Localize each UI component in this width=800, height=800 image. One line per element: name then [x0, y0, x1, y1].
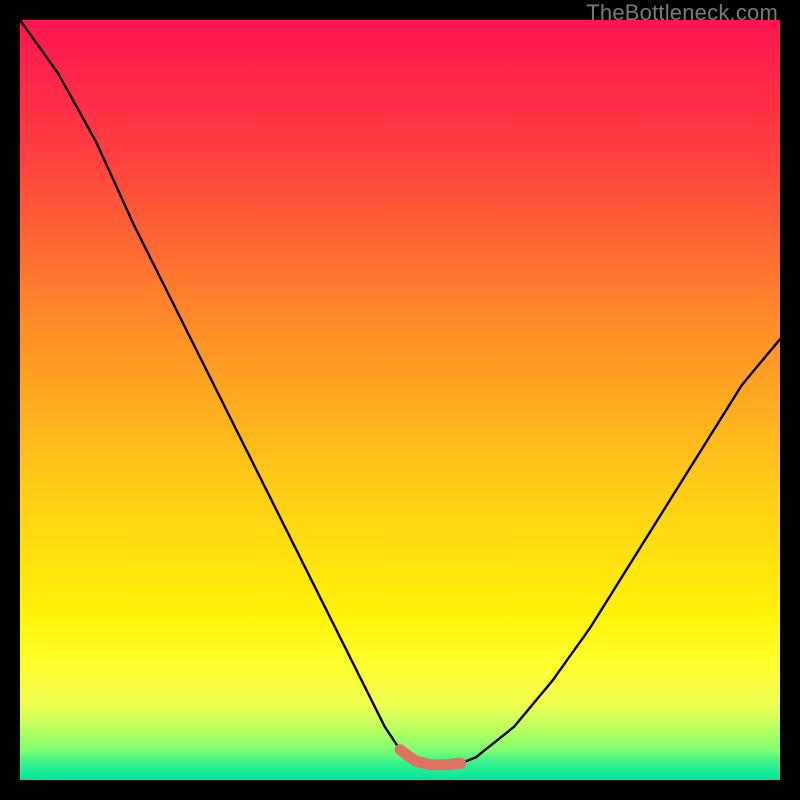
highlight-segment — [400, 750, 461, 765]
plot-area — [20, 20, 780, 780]
bottleneck-curve — [20, 20, 780, 780]
chart-frame: TheBottleneck.com — [0, 0, 800, 800]
curve-path — [20, 20, 780, 765]
